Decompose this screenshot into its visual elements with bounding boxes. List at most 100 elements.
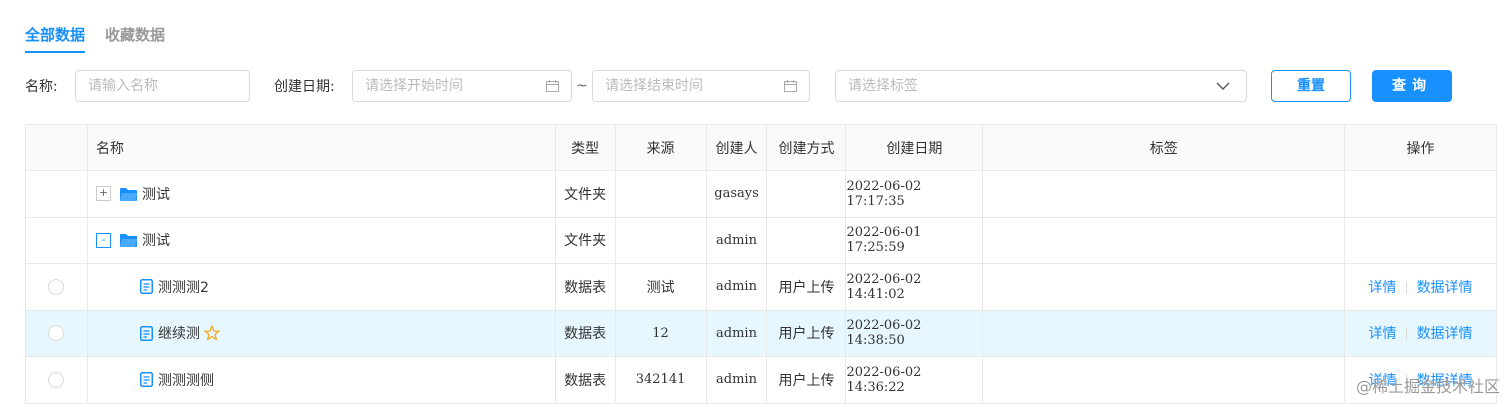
action-divider: | [1404, 326, 1409, 341]
creator-cell: admin [707, 264, 768, 310]
header-name: 名称 [88, 125, 556, 170]
tag-cell [983, 264, 1346, 310]
end-date-placeholder: 请选择结束时间 [605, 78, 703, 94]
document-icon [139, 372, 153, 388]
table-row: 测测测2 数据表 测试 admin 用户上传 2022-06-02 14:41:… [26, 264, 1497, 311]
data-detail-link[interactable]: 数据详情 [1417, 323, 1473, 343]
end-date-input[interactable]: 请选择结束时间 [592, 70, 810, 102]
source-cell [616, 171, 707, 217]
tag-select[interactable]: 请选择标签 [835, 70, 1247, 102]
actions-cell: 详情 | 数据详情 [1345, 264, 1497, 310]
header-date: 创建日期 [846, 125, 984, 170]
tag-cell [983, 310, 1346, 356]
select-cell [26, 310, 88, 356]
creator-cell: admin [707, 310, 768, 356]
name-cell: + 测试 [88, 171, 556, 217]
header-type: 类型 [556, 125, 616, 170]
start-date-placeholder: 请选择开始时间 [365, 78, 463, 94]
header-source: 来源 [616, 125, 707, 170]
row-radio[interactable] [48, 278, 65, 295]
source-cell: 12 [616, 310, 707, 356]
data-detail-link[interactable]: 数据详情 [1417, 277, 1473, 297]
start-date-input[interactable]: 请选择开始时间 [352, 70, 572, 102]
header-actions: 操作 [1345, 125, 1497, 170]
type-cell: 数据表 [556, 357, 616, 403]
table-header: 名称 类型 来源 创建人 创建方式 创建日期 标签 操作 [26, 125, 1497, 171]
watermark: @稀土掘金技术社区 [1355, 377, 1500, 396]
data-table: 名称 类型 来源 创建人 创建方式 创建日期 标签 操作 + 测试 文件夹 ga… [25, 124, 1497, 404]
row-name[interactable]: 继续测 [158, 323, 200, 343]
name-search-placeholder: 请输入名称 [88, 78, 158, 94]
header-creator: 创建人 [707, 125, 768, 170]
reset-button[interactable]: 重置 [1271, 70, 1351, 102]
document-icon [139, 279, 153, 295]
calendar-icon [546, 80, 559, 92]
name-search-input[interactable]: 请输入名称 [75, 70, 250, 102]
type-cell: 数据表 [556, 310, 616, 356]
header-method: 创建方式 [767, 125, 847, 170]
source-cell [616, 217, 707, 263]
row-name[interactable]: 测测测2 [158, 277, 209, 297]
method-cell [767, 217, 847, 263]
chevron-down-icon [1216, 82, 1230, 90]
date-cell: 2022-06-02 14:41:02 [846, 264, 984, 310]
date-cell: 2022-06-02 17:17:35 [846, 171, 984, 217]
collapse-toggle[interactable]: - [95, 232, 111, 248]
method-cell: 用户上传 [767, 264, 847, 310]
table-row: 测测测侧 数据表 342141 admin 用户上传 2022-06-02 14… [26, 357, 1497, 404]
row-name[interactable]: 测试 [142, 184, 170, 204]
name-filter-label: 名称: [25, 79, 58, 95]
name-cell: 继续测 [88, 310, 556, 356]
type-cell: 文件夹 [556, 217, 616, 263]
source-cell: 测试 [616, 264, 707, 310]
table-row: - 测试 文件夹 admin 2022-06-01 17:25:59 [26, 217, 1497, 264]
date-cell: 2022-06-01 17:25:59 [846, 217, 984, 263]
select-cell [26, 264, 88, 310]
tag-select-placeholder: 请选择标签 [848, 78, 918, 94]
name-cell: 测测测2 [88, 264, 556, 310]
select-cell [26, 217, 88, 263]
select-cell [26, 171, 88, 217]
folder-icon [119, 187, 137, 201]
row-radio[interactable] [48, 325, 65, 342]
creator-cell: gasays [707, 171, 768, 217]
detail-link[interactable]: 详情 [1369, 323, 1397, 343]
date-filter-label: 创建日期: [274, 79, 335, 95]
expand-toggle[interactable]: + [95, 186, 111, 202]
header-select-cell [26, 125, 88, 170]
action-divider: | [1404, 279, 1409, 294]
creator-cell: admin [707, 357, 768, 403]
row-radio[interactable] [48, 371, 65, 388]
row-name[interactable]: 测试 [142, 230, 170, 250]
method-cell: 用户上传 [767, 357, 847, 403]
star-outline-icon[interactable] [204, 325, 220, 341]
calendar-icon [784, 80, 797, 92]
tag-cell [983, 217, 1346, 263]
name-cell: - 测试 [88, 217, 556, 263]
query-button[interactable]: 查询 [1372, 70, 1452, 102]
date-cell: 2022-06-02 14:36:22 [846, 357, 984, 403]
tag-cell [983, 171, 1346, 217]
tab-all-data[interactable]: 全部数据 [25, 24, 86, 53]
actions-cell [1345, 171, 1497, 217]
actions-cell [1345, 217, 1497, 263]
name-cell: 测测测侧 [88, 357, 556, 403]
header-tag: 标签 [983, 125, 1346, 170]
method-cell: 用户上传 [767, 310, 847, 356]
table-row: + 测试 文件夹 gasays 2022-06-02 17:17:35 [26, 171, 1497, 218]
tab-favorite-data[interactable]: 收藏数据 [105, 24, 165, 53]
type-cell: 文件夹 [556, 171, 616, 217]
tag-cell [983, 357, 1346, 403]
folder-open-icon [119, 234, 137, 248]
creator-cell: admin [707, 217, 768, 263]
source-cell: 342141 [616, 357, 707, 403]
date-cell: 2022-06-02 14:38:50 [846, 310, 984, 356]
type-cell: 数据表 [556, 264, 616, 310]
method-cell [767, 171, 847, 217]
data-tabs: 全部数据 收藏数据 [25, 24, 165, 53]
row-name[interactable]: 测测测侧 [158, 370, 214, 390]
detail-link[interactable]: 详情 [1369, 277, 1397, 297]
document-icon [139, 325, 153, 341]
select-cell [26, 357, 88, 403]
date-range-separator: ~ [576, 78, 588, 94]
